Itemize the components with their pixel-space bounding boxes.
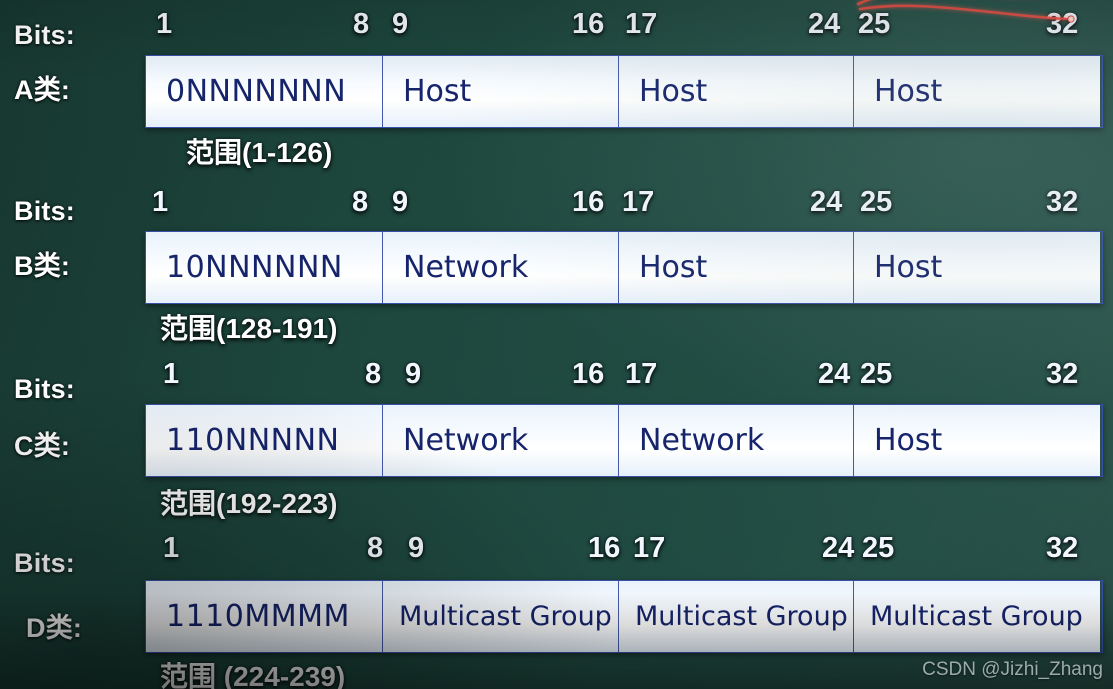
table-cell: Network: [383, 232, 619, 303]
csdn-watermark: CSDN @Jizhi_Zhang: [922, 659, 1103, 680]
cell-text: Multicast Group: [635, 601, 848, 632]
tick-25: 25: [862, 532, 895, 564]
address-format-table-c: 110NNNNN Network Network Host: [145, 404, 1103, 477]
tick-16: 16: [572, 8, 605, 40]
tick-8: 8: [365, 358, 382, 390]
slide-canvas: Bits: A类: 1 8 9 16 17 24 25 32 0NNNNNNN …: [0, 0, 1113, 689]
tick-9: 9: [405, 358, 422, 390]
cell-text: 1110MMMM: [166, 599, 350, 634]
bit-ticks-c: 1 8 9 16 17 24 25 32: [0, 358, 1113, 392]
range-label-a: 范围(1-126): [186, 137, 333, 168]
bit-ticks-d: 1 8 9 16 17 24 25 32: [0, 532, 1113, 566]
tick-17: 17: [633, 532, 666, 564]
tick-17: 17: [625, 8, 658, 40]
class-label-a: A类:: [14, 75, 71, 105]
table-cell: Network: [619, 405, 854, 476]
tick-16: 16: [572, 186, 605, 218]
tick-9: 9: [408, 532, 425, 564]
cell-text: Host: [874, 423, 943, 458]
cell-text: Host: [639, 74, 708, 109]
range-label-b: 范围(128-191): [160, 313, 338, 344]
address-format-table-b: 10NNNNNN Network Host Host: [145, 231, 1103, 304]
tick-1: 1: [163, 532, 180, 564]
address-format-table-d: 1110MMMM Multicast Group Multicast Group…: [145, 580, 1103, 653]
tick-24: 24: [818, 358, 851, 390]
tick-8: 8: [353, 8, 370, 40]
tick-8: 8: [352, 186, 369, 218]
tick-25: 25: [860, 358, 893, 390]
tick-1: 1: [156, 8, 173, 40]
table-cell: Host: [854, 56, 1100, 127]
bit-ticks-a: 1 8 9 16 17 24 25 32: [0, 8, 1113, 42]
cell-text: 10NNNNNN: [166, 250, 343, 285]
cell-text: 110NNNNN: [166, 423, 340, 458]
table-cell: Multicast Group: [854, 581, 1100, 652]
table-cell: Multicast Group: [619, 581, 854, 652]
table-cell: Host: [619, 56, 854, 127]
cell-text: 0NNNNNNN: [166, 74, 347, 109]
table-cell: 0NNNNNNN: [146, 56, 383, 127]
cell-text: Network: [403, 423, 529, 458]
tick-24: 24: [822, 532, 855, 564]
tick-17: 17: [625, 358, 658, 390]
bit-ticks-b: 1 8 9 16 17 24 25 32: [0, 186, 1113, 220]
tick-32: 32: [1046, 358, 1079, 390]
cell-text: Host: [403, 74, 472, 109]
cell-text: Multicast Group: [870, 601, 1083, 632]
table-cell: 10NNNNNN: [146, 232, 383, 303]
table-cell: Host: [383, 56, 619, 127]
table-cell: 110NNNNN: [146, 405, 383, 476]
ip-class-row-c: Bits: C类: 1 8 9 16 17 24 25 32 110NNNNN …: [0, 352, 1113, 522]
table-cell: Host: [854, 232, 1100, 303]
cell-text: Network: [639, 423, 765, 458]
cell-text: Network: [403, 250, 529, 285]
tick-9: 9: [392, 186, 409, 218]
tick-32: 32: [1046, 8, 1079, 40]
tick-1: 1: [163, 358, 180, 390]
cell-text: Host: [639, 250, 708, 285]
ip-class-row-a: Bits: A类: 1 8 9 16 17 24 25 32 0NNNNNNN …: [0, 0, 1113, 170]
table-cell: Network: [383, 405, 619, 476]
tick-17: 17: [622, 186, 655, 218]
cell-text: Multicast Group: [399, 601, 612, 632]
address-format-table-a: 0NNNNNNN Host Host Host: [145, 55, 1103, 128]
tick-24: 24: [810, 186, 843, 218]
range-label-d: 范围 (224-239): [160, 661, 346, 689]
cell-text: Host: [874, 74, 943, 109]
table-cell: Host: [854, 405, 1100, 476]
range-label-c: 范围(192-223): [160, 488, 338, 519]
table-cell: Host: [619, 232, 854, 303]
table-cell: 1110MMMM: [146, 581, 383, 652]
tick-32: 32: [1046, 186, 1079, 218]
class-label-c: C类:: [14, 431, 71, 461]
tick-9: 9: [392, 8, 409, 40]
class-label-b: B类:: [14, 251, 71, 281]
tick-32: 32: [1046, 532, 1079, 564]
tick-24: 24: [808, 8, 841, 40]
table-cell: Multicast Group: [383, 581, 619, 652]
tick-25: 25: [860, 186, 893, 218]
ip-class-row-b: Bits: B类: 1 8 9 16 17 24 25 32 10NNNNNN …: [0, 176, 1113, 346]
cell-text: Host: [874, 250, 943, 285]
tick-1: 1: [152, 186, 169, 218]
tick-16: 16: [572, 358, 605, 390]
tick-25: 25: [858, 8, 891, 40]
tick-8: 8: [367, 532, 384, 564]
class-label-d: D类:: [26, 613, 83, 643]
tick-16: 16: [588, 532, 621, 564]
